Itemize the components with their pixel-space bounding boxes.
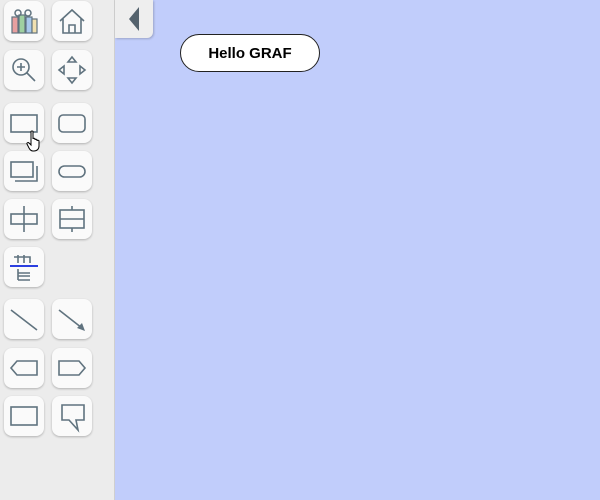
arrow-icon (58, 309, 85, 331)
diagram-canvas[interactable] (116, 0, 600, 500)
horizontal-split-node-icon (10, 206, 38, 232)
rectangle-tool[interactable] (4, 103, 44, 143)
home-button[interactable] (52, 1, 92, 41)
pill-shape-icon (58, 165, 86, 178)
rounded-rectangle-tool[interactable] (52, 103, 92, 143)
speech-callout-tool[interactable] (52, 396, 92, 436)
toolbar (0, 0, 115, 500)
stacked-rectangles-tool[interactable] (4, 151, 44, 191)
tree-layout-icon (10, 255, 38, 281)
pan-move-icon (57, 55, 87, 85)
zoom-in-icon (12, 58, 36, 82)
tree-layout-tool[interactable] (4, 247, 44, 287)
pill-shape-tool[interactable] (52, 151, 92, 191)
line-icon (10, 309, 38, 331)
node-label: Hello GRAF (208, 44, 292, 62)
pentagon-tag-tool[interactable] (52, 348, 92, 388)
theme-palette-icon (11, 9, 38, 34)
hello-graf-node[interactable]: Hello GRAF (180, 34, 320, 72)
speech-callout-icon (61, 404, 85, 433)
hexagon-tag-tool[interactable] (4, 348, 44, 388)
pentagon-tag-icon (58, 360, 87, 376)
vertical-split-node-icon (59, 206, 85, 232)
home-icon (59, 8, 85, 34)
rectangle-icon (10, 114, 38, 133)
pan-button[interactable] (52, 50, 92, 90)
box-icon (10, 406, 38, 426)
zoom-button[interactable] (4, 50, 44, 90)
stacked-rectangles-icon (10, 161, 38, 182)
theme-palette-button[interactable] (4, 1, 44, 41)
hexagon-tag-icon (9, 360, 38, 376)
horizontal-split-node-tool[interactable] (4, 199, 44, 239)
line-tool[interactable] (4, 299, 44, 339)
arrow-tool[interactable] (52, 299, 92, 339)
vertical-split-node-tool[interactable] (52, 199, 92, 239)
box-tool[interactable] (4, 396, 44, 436)
rounded-rectangle-icon (58, 114, 86, 133)
